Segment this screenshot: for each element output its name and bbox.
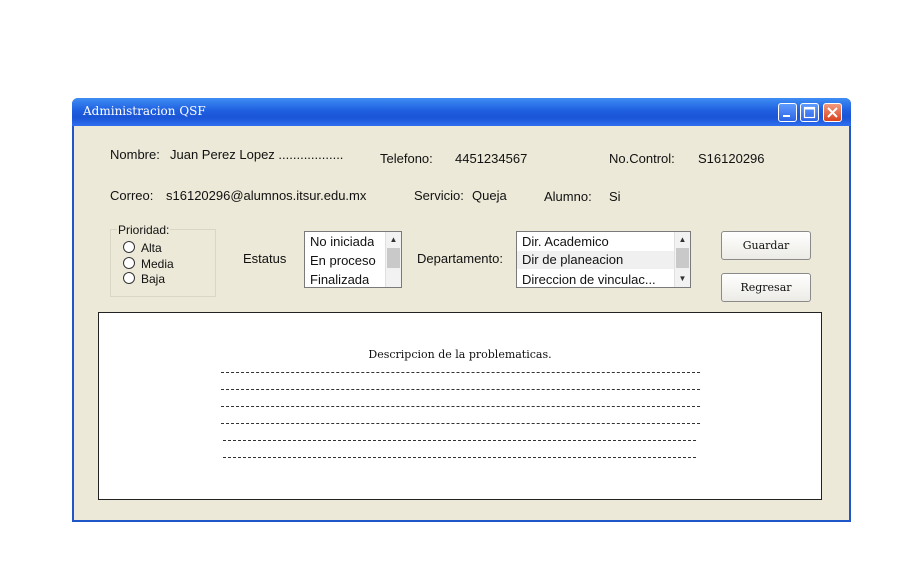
telefono-value: 4451234567 [455,151,528,166]
guardar-button[interactable]: Guardar [721,231,811,260]
alumno-value: Si [609,189,621,204]
minimize-icon [783,115,790,117]
minimize-button[interactable] [778,103,797,122]
nombre-label: Nombre: [110,147,160,162]
departamento-scrollbar[interactable]: ▲ ▼ [674,232,690,287]
dash-line [223,440,696,441]
dash-line [221,423,700,424]
correo-value: s16120296@alumnos.itsur.edu.mx [166,188,367,203]
chevron-up-icon[interactable]: ▲ [388,234,399,245]
scroll-thumb[interactable] [676,248,689,268]
departamento-label: Departamento: [417,251,503,266]
chevron-down-icon[interactable]: ▼ [677,273,688,284]
estatus-listbox[interactable]: No iniciada En proceso Finalizada ▲ [304,231,402,288]
estatus-label: Estatus [243,251,287,266]
close-icon [827,107,838,118]
radio-circle[interactable] [123,272,135,284]
alumno-label: Alumno: [544,189,592,204]
radio-circle[interactable] [123,241,135,253]
servicio-label: Servicio: [414,188,464,203]
list-item[interactable]: Dir de planeacion [517,251,674,269]
radio-alta-label: Alta [141,241,162,255]
prioridad-title: Prioridad: [117,223,171,237]
scroll-thumb[interactable] [387,248,400,268]
descripcion-title: Descripcion de la problematicas. [368,348,552,361]
departamento-listbox[interactable]: Dir. Academico Dir de planeacion Direcci… [516,231,691,288]
chevron-up-icon[interactable]: ▲ [677,234,688,245]
correo-label: Correo: [110,188,154,203]
radio-media-label: Media [141,257,174,271]
radio-media[interactable]: Media [123,257,174,271]
nocontrol-value: S16120296 [698,151,765,166]
window-title: Administracion QSF [83,104,206,118]
close-button[interactable] [823,103,842,122]
radio-alta[interactable]: Alta [123,241,162,255]
main-window: Administracion QSF Nombre: Juan Perez Lo… [72,98,851,522]
prioridad-group: Prioridad: Alta Media Baja [110,223,216,297]
list-item[interactable]: No iniciada [310,234,374,249]
nombre-value: Juan Perez Lopez .................. [170,147,344,162]
dash-line [223,457,696,458]
radio-baja[interactable]: Baja [123,272,165,286]
descripcion-panel[interactable]: Descripcion de la problematicas. [98,312,822,500]
dash-line [221,389,700,390]
dash-line [221,372,700,373]
title-bar[interactable]: Administracion QSF [72,98,851,126]
dash-line [221,406,700,407]
radio-baja-label: Baja [141,272,166,286]
estatus-scrollbar[interactable]: ▲ [385,232,401,287]
list-item[interactable]: En proceso [310,253,376,268]
regresar-button[interactable]: Regresar [721,273,811,302]
maximize-icon [803,106,816,119]
servicio-value: Queja [472,188,507,203]
list-item[interactable]: Dir. Academico [522,234,672,249]
radio-circle[interactable] [123,257,135,269]
list-item[interactable]: Direccion de vinculac... [522,272,672,287]
telefono-label: Telefono: [380,151,433,166]
list-item[interactable]: Finalizada [310,272,369,287]
maximize-button[interactable] [800,103,819,122]
nocontrol-label: No.Control: [609,151,675,166]
